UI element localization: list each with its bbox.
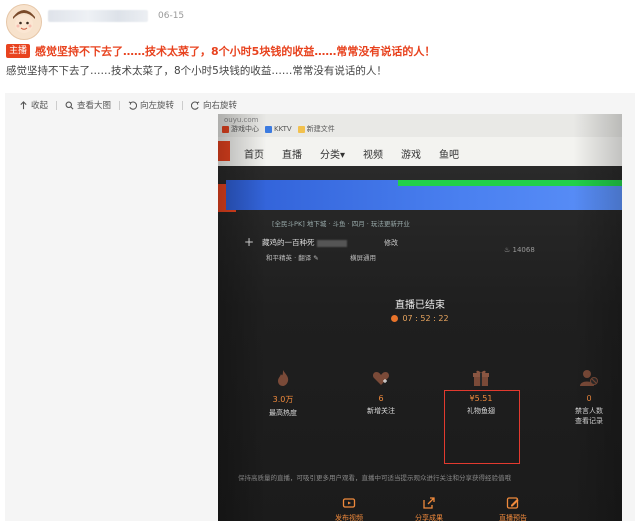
avatar[interactable] <box>6 4 42 40</box>
user-mute-icon <box>554 364 622 388</box>
video-icon <box>342 498 356 508</box>
stat-value: 6 <box>378 394 384 403</box>
gift-icon <box>446 364 516 388</box>
stat-muted-users: 0 禁言人数 查看记录 <box>554 364 622 426</box>
post-title[interactable]: 感觉坚持不下去了……技术太菜了，8个小时5块钱的收益……常常没有说话的人！ <box>35 43 435 59</box>
plus-icon: + <box>244 235 255 249</box>
rotate-left-button[interactable]: 向左旋转 <box>128 99 174 111</box>
rotate-right-icon <box>191 100 200 110</box>
nav-item: 分类▾ <box>320 150 346 161</box>
stat-gift-income: ¥5.51 礼物鱼翅 <box>446 364 516 416</box>
fans-count: ♨ 14068 <box>504 246 535 254</box>
bookmarks-bar: 游戏中心 KKTV 新建文件 <box>222 124 341 134</box>
stat-label: 新增关注 <box>367 407 395 415</box>
edit-link: 修改 <box>384 239 398 247</box>
browser-chrome: ouyu.com 游戏中心 KKTV 新建文件 首页 直播 分类▾ 视频 游戏 … <box>218 114 622 166</box>
action-label: 直播预告 <box>499 514 527 521</box>
rotate-right-label: 向右旋转 <box>203 101 238 111</box>
stream-duration-value: 07 : 52 : 22 <box>402 314 449 323</box>
heart-plus-icon <box>346 364 416 388</box>
post-stream-actions: 发布视频 分享成果 直播预告 <box>218 496 622 521</box>
bookmark-label: 新建文件 <box>306 125 335 133</box>
view-large-button[interactable]: 查看大图 <box>65 99 111 111</box>
post-date: 06-15 <box>158 11 185 21</box>
rotate-right-button[interactable]: 向右旋转 <box>191 99 237 111</box>
nav-items: 首页 直播 分类▾ 视频 游戏 鱼吧 <box>244 146 477 161</box>
magnifier-icon <box>65 101 74 109</box>
stat-value: ¥5.51 <box>469 394 493 403</box>
stat-peak-heat: 3.0万 最高热度 <box>248 364 318 418</box>
action-label: 分享成果 <box>415 514 443 521</box>
fans-count-value: 14068 <box>512 246 535 254</box>
nav-item: 首页 <box>244 150 264 161</box>
stream-duration: 07 : 52 : 22 <box>218 314 622 323</box>
collapse-label: 收起 <box>31 101 49 111</box>
room-category: 和平精英 · 翻译 ✎ <box>266 254 319 262</box>
rotate-left-icon <box>128 100 138 110</box>
bookmark-item: 游戏中心 <box>222 124 259 134</box>
stat-value: 0 <box>586 394 592 403</box>
post-header: 06-15 <box>0 0 641 40</box>
kktv-icon <box>265 125 272 133</box>
clock-icon <box>391 315 399 322</box>
action-label: 发布视频 <box>335 514 363 521</box>
arrow-up-icon <box>20 100 27 109</box>
stat-label: 禁言人数 查看记录 <box>575 407 603 425</box>
divider <box>56 100 58 110</box>
notice-text: [全民斗PK] 地下城 · 斗鱼 · 四月 · 玩法更新开业 <box>272 220 410 228</box>
divider <box>119 100 121 110</box>
banner-strip <box>398 180 622 186</box>
edit-note-icon <box>506 497 519 509</box>
collapse-button[interactable]: 收起 <box>19 99 48 111</box>
share-icon <box>423 497 435 509</box>
room-name: 藏鸡的一百种死 <box>262 237 347 248</box>
image-viewer: 收起 查看大图 向左旋转 向右旋转 ouyu.com 游戏中心 KKTV 新建文… <box>5 93 635 521</box>
site-logo <box>218 141 230 161</box>
browser-url: ouyu.com <box>224 116 259 124</box>
room-mode: 横屏通用 <box>350 254 376 262</box>
fire-icon <box>248 364 318 388</box>
folder-icon <box>297 125 305 133</box>
site-nav: 首页 直播 分类▾ 视频 游戏 鱼吧 <box>218 137 622 166</box>
bookmark-label: 游戏中心 <box>231 125 259 133</box>
stat-value: 3.0万 <box>272 395 294 404</box>
post-title-row: 主播 感觉坚持不下去了……技术太菜了，8个小时5块钱的收益……常常没有说话的人！ <box>6 42 435 60</box>
divider <box>182 100 184 110</box>
stat-new-follows: 6 新增关注 <box>346 364 416 416</box>
share-results-button: 分享成果 <box>394 496 464 521</box>
category-badge[interactable]: 主播 <box>6 44 31 58</box>
game-center-icon <box>222 125 229 133</box>
hint-text: 保持高质量的直播，可吸引更多用户观看，直播中可适当提示观众进行关注和分享获得经验… <box>238 474 511 482</box>
stream-preview-button: 直播预告 <box>478 496 548 521</box>
bookmark-item: KKTV <box>265 125 292 133</box>
publish-video-button: 发布视频 <box>314 496 384 521</box>
bookmark-item: 新建文件 <box>297 124 335 134</box>
username-blurred <box>48 10 148 22</box>
bookmark-label: KKTV <box>274 125 292 133</box>
rotate-left-label: 向左旋转 <box>140 101 175 111</box>
room-name-blurred <box>316 239 347 247</box>
view-large-label: 查看大图 <box>77 101 112 111</box>
stream-ended-title: 直播已结束 <box>395 300 445 311</box>
nav-item: 视频 <box>363 150 384 161</box>
stat-label: 最高热度 <box>269 409 297 417</box>
flame-icon: ♨ <box>504 246 513 254</box>
room-name-text: 藏鸡的一百种死 <box>262 238 315 247</box>
nav-item: 游戏 <box>401 150 422 161</box>
image-toolbar: 收起 查看大图 向左旋转 向右旋转 <box>19 97 245 113</box>
screenshot-photo[interactable]: ouyu.com 游戏中心 KKTV 新建文件 首页 直播 分类▾ 视频 游戏 … <box>218 114 622 521</box>
stat-label: 礼物鱼翅 <box>467 407 495 415</box>
stream-ended-panel: [全民斗PK] 地下城 · 斗鱼 · 四月 · 玩法更新开业 + 藏鸡的一百种死… <box>218 166 622 521</box>
nav-item: 直播 <box>282 150 302 161</box>
nav-item: 鱼吧 <box>439 150 460 161</box>
post-body: 感觉坚持不下去了……技术太菜了，8个小时5块钱的收益……常常没有说话的人！ <box>6 65 387 77</box>
